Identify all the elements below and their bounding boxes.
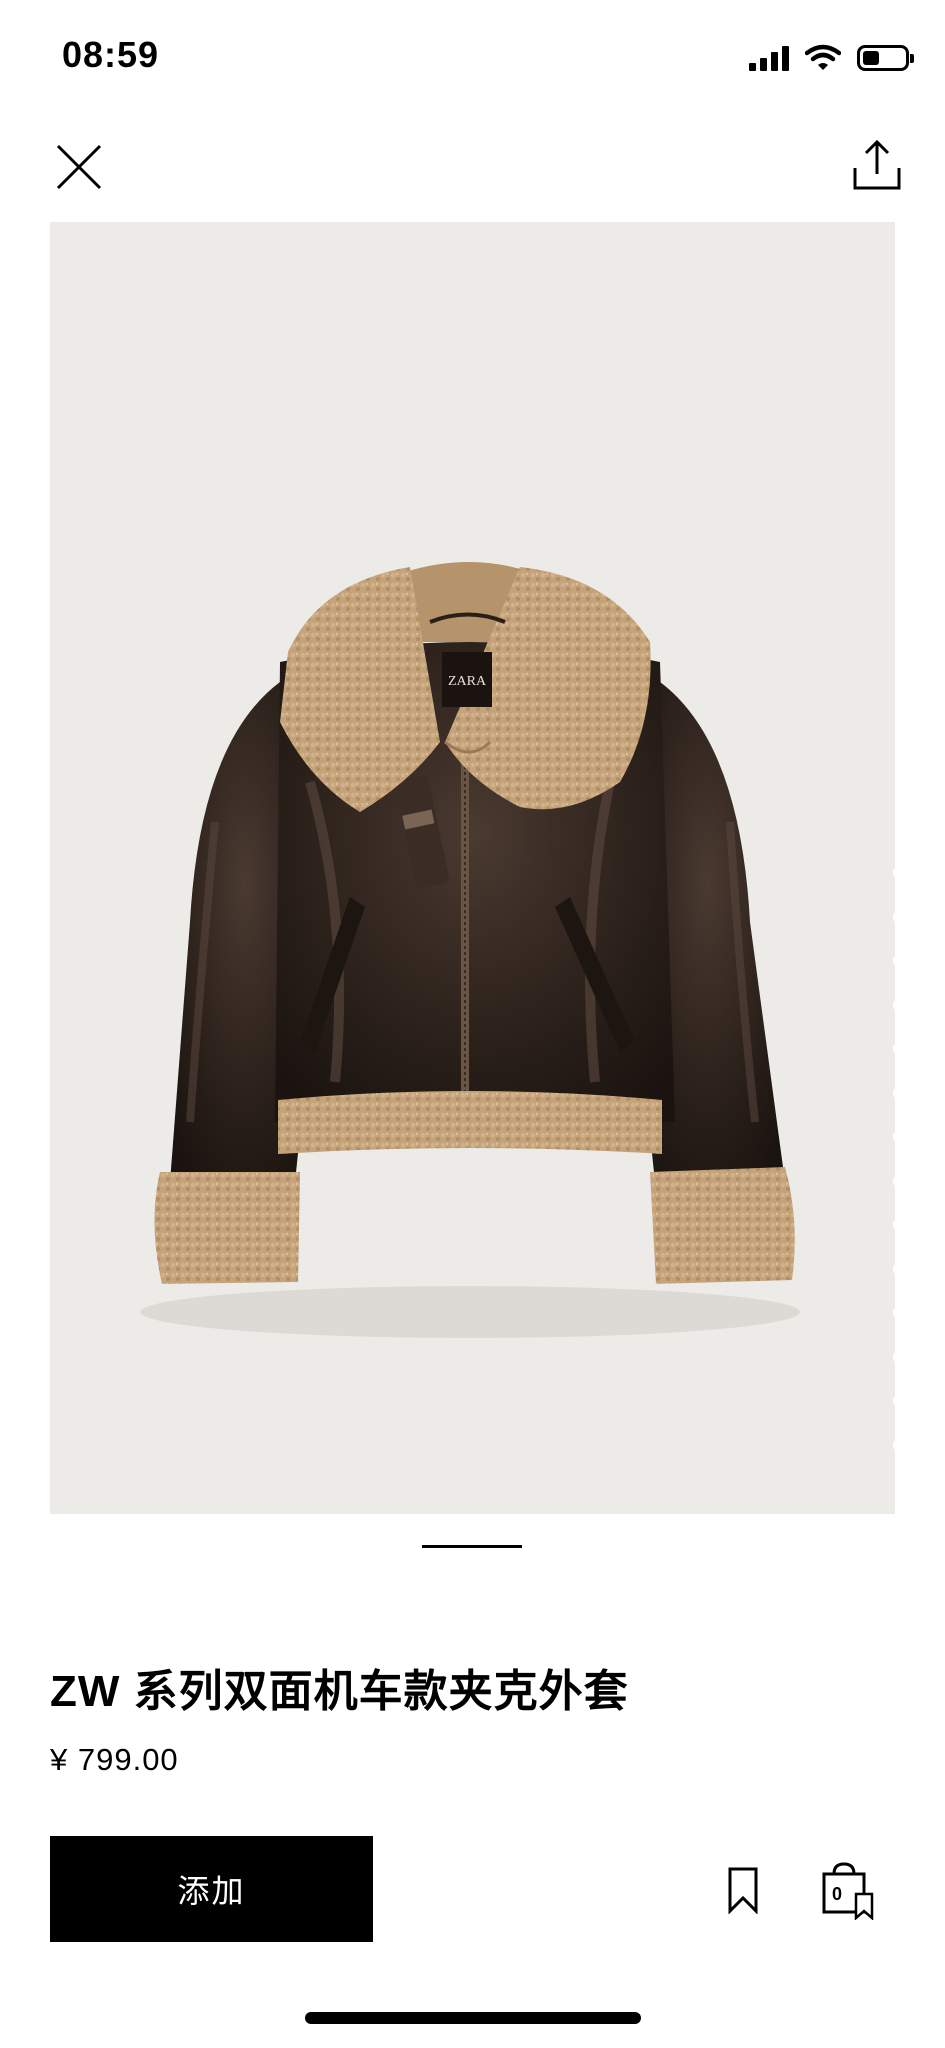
pager-dot[interactable] [893,1174,907,1188]
bookmark-icon [728,1867,758,1915]
product-photo: ZARA [140,562,800,1338]
product-title: ZW 系列双面机车款夹克外套 [50,1667,629,1716]
battery-icon [857,45,914,71]
battery-level [863,51,879,65]
pager-dot[interactable] [893,1350,907,1364]
status-time: 08:59 [62,34,160,75]
pager-dot[interactable] [893,1262,907,1276]
pager-dot[interactable] [893,866,907,880]
wifi-icon [805,44,841,70]
status-bar: 08:59 [0,0,945,110]
share-button[interactable] [849,138,905,194]
pager-dot[interactable] [893,1306,907,1320]
product-price: ¥ 799.00 [50,1742,179,1777]
share-icon [853,139,901,190]
pager-dot[interactable] [893,1394,907,1408]
brand-tag: ZARA [448,674,487,689]
pager-dot[interactable] [893,1130,907,1144]
status-icons [749,40,914,76]
home-indicator [305,2012,641,2024]
pager-dot[interactable] [893,998,907,1012]
product-image-carousel[interactable]: ZARA [50,222,907,1514]
cart-button[interactable]: 0 [820,1860,876,1921]
close-button[interactable] [52,140,106,194]
pager-dot[interactable] [893,1218,907,1232]
pager-dot[interactable] [893,954,907,968]
pager-dot[interactable] [893,1438,907,1452]
shopping-bag-icon [822,1862,874,1921]
pager-dot[interactable] [893,910,907,924]
cart-count: 0 [832,1884,843,1904]
signal-icon [749,45,789,71]
add-to-cart-button[interactable]: 添加 [50,1836,373,1942]
bookmark-button[interactable] [726,1866,760,1915]
swipe-indicator [422,1545,522,1548]
image-pager[interactable] [893,866,907,1452]
close-icon [56,144,102,190]
pager-dot[interactable] [893,1086,907,1100]
pager-dot[interactable] [893,1042,907,1056]
